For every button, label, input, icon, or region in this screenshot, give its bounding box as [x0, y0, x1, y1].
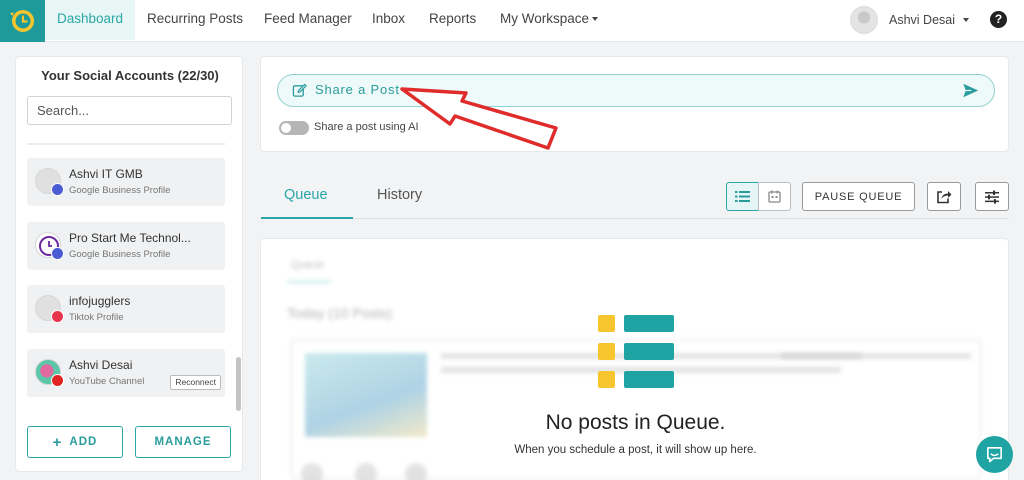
pause-queue-button[interactable]: PAUSE QUEUE — [802, 182, 915, 211]
account-search-input[interactable] — [27, 96, 232, 125]
nav-my-workspace[interactable]: My Workspace — [488, 0, 610, 40]
account-type: Google Business Profile — [69, 249, 171, 260]
share-export-icon — [937, 191, 952, 204]
ghost-queue-tab: Queue — [291, 259, 325, 271]
account-name: Pro Start Me Technol... — [69, 231, 191, 245]
divider — [27, 143, 225, 145]
nav-dashboard[interactable]: Dashboard — [45, 0, 135, 40]
user-avatar — [850, 6, 878, 34]
clock-logo-icon — [9, 10, 34, 32]
ghost-text-line — [781, 353, 971, 359]
plus-icon: + — [52, 433, 63, 451]
nav-recurring-posts[interactable]: Recurring Posts — [135, 0, 255, 40]
nav-reports[interactable]: Reports — [417, 0, 488, 40]
account-name: Ashvi Desai — [69, 358, 133, 372]
manage-accounts-button[interactable]: MANAGE — [135, 426, 231, 458]
nav-feed-manager[interactable]: Feed Manager — [252, 0, 364, 40]
ghost-underline — [287, 281, 331, 283]
tiktok-icon — [51, 310, 64, 323]
top-navigation: Dashboard Recurring Posts Feed Manager I… — [0, 0, 1024, 42]
share-post-label: Share a Post — [315, 82, 400, 97]
tabs-divider — [261, 218, 1009, 219]
app-logo[interactable] — [0, 0, 45, 42]
share-post-panel: Share a Post Share a post using AI — [260, 56, 1009, 152]
user-menu[interactable]: Ashvi Desai — [850, 6, 969, 34]
calendar-icon — [768, 190, 781, 203]
social-accounts-sidebar: Your Social Accounts (22/30) Ashvi IT GM… — [15, 56, 243, 472]
ghost-action-icon — [301, 463, 323, 480]
account-item[interactable]: infojugglers Tiktok Profile — [27, 285, 225, 333]
ai-share-toggle[interactable] — [279, 121, 309, 135]
chat-support-button[interactable] — [976, 436, 1013, 473]
user-name: Ashvi Desai — [889, 13, 955, 27]
account-type: Tiktok Profile — [69, 312, 124, 323]
ai-share-toggle-label: Share a post using AI — [314, 121, 419, 133]
ghost-action-icon — [355, 463, 377, 480]
help-icon[interactable]: ? — [990, 11, 1007, 28]
nav-inbox[interactable]: Inbox — [360, 0, 417, 40]
add-account-button[interactable]: + ADD — [27, 426, 123, 458]
account-item[interactable]: Ashvi IT GMB Google Business Profile — [27, 158, 225, 206]
account-type: Google Business Profile — [69, 185, 171, 196]
chevron-down-icon — [592, 17, 599, 22]
account-name: infojugglers — [69, 294, 131, 308]
active-tab-indicator — [261, 217, 353, 219]
google-business-icon — [51, 183, 64, 196]
empty-queue-illustration-icon — [598, 315, 674, 388]
tab-history[interactable]: History — [377, 187, 422, 203]
account-item[interactable]: Ashvi Desai YouTube Channel Reconnect — [27, 349, 225, 397]
empty-queue-subtitle: When you schedule a post, it will show u… — [514, 444, 757, 456]
filter-settings-button[interactable] — [975, 182, 1009, 211]
queue-panel: Queue Today (10 Posts) No posts in Queue… — [260, 238, 1009, 480]
account-item[interactable]: Pro Start Me Technol... Google Business … — [27, 222, 225, 270]
google-business-icon — [51, 247, 64, 260]
share-post-input[interactable]: Share a Post — [277, 74, 995, 107]
export-button[interactable] — [927, 182, 961, 211]
account-name: Ashvi IT GMB — [69, 167, 143, 181]
ghost-heading: Today (10 Posts) — [287, 305, 393, 321]
youtube-icon — [51, 374, 64, 387]
tab-queue[interactable]: Queue — [284, 187, 328, 203]
ghost-action-icon — [405, 463, 427, 480]
edit-icon — [292, 83, 307, 97]
calendar-view-button[interactable] — [758, 182, 791, 211]
sidebar-scrollbar[interactable] — [236, 357, 241, 411]
toggle-knob — [281, 123, 291, 133]
account-type: YouTube Channel — [69, 376, 145, 387]
nav-my-workspace-label: My Workspace — [500, 11, 590, 26]
add-account-label: ADD — [69, 436, 98, 448]
chevron-down-icon — [963, 18, 969, 22]
empty-queue-title: No posts in Queue. — [545, 411, 726, 434]
sliders-icon — [985, 190, 999, 204]
list-icon — [735, 191, 750, 202]
reconnect-button[interactable]: Reconnect — [170, 375, 221, 390]
chat-icon — [987, 447, 1002, 463]
sidebar-title: Your Social Accounts (22/30) — [41, 68, 219, 83]
send-icon[interactable] — [962, 82, 979, 99]
list-view-button[interactable] — [726, 182, 759, 211]
